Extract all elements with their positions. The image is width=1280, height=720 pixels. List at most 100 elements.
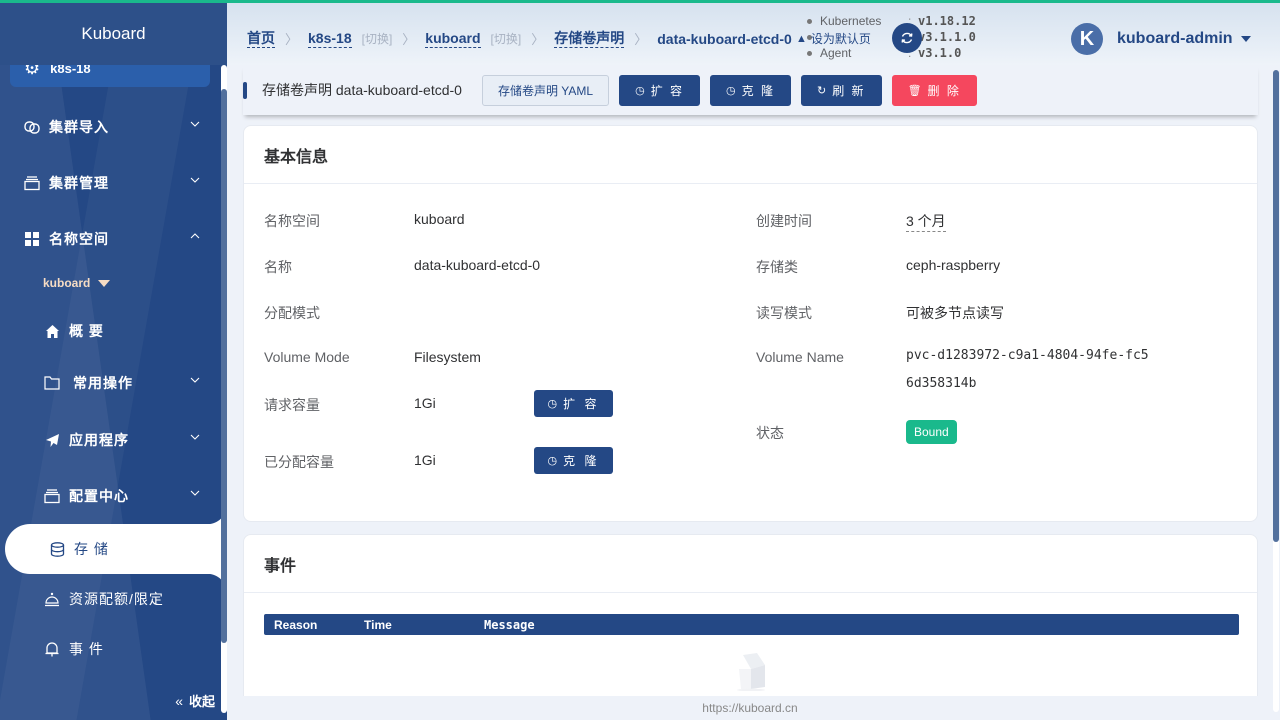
refresh-icon: ↻ (817, 84, 827, 97)
info-row: 分配模式 (264, 305, 320, 321)
events-card: 事件 Reason Time Message (243, 534, 1258, 714)
sidebar-item-cluster-import[interactable]: 集群导入 (0, 107, 222, 147)
sidebar-item-events[interactable]: 事 件 (0, 629, 222, 669)
caret-down-icon (1240, 36, 1251, 42)
page-toolbar: 存储卷声明 data-kuboard-etcd-0 存储卷声明 YAML ◷ 扩 … (243, 65, 1258, 115)
namespace-selector[interactable]: kuboard (43, 276, 111, 290)
chevron-down-icon (190, 377, 200, 383)
set-default-page-link[interactable]: ▲ 设为默认页 (796, 30, 871, 47)
breadcrumb: 首页 〉 k8s-18 [切换] 〉 kuboard [切换] 〉 存储卷声明 … (247, 29, 792, 48)
page-title: 存储卷声明 data-kuboard-etcd-0 (262, 82, 462, 98)
switch-cluster-link[interactable]: [切换] (362, 30, 393, 47)
sidebar-item-resource-quota[interactable]: 资源配额/限定 (0, 579, 222, 619)
sidebar: Kuboard ⚙ k8s-18 集群导入 集群管理 名称空间 概 要 常用操作 (0, 0, 227, 720)
info-row: 请求容量 1Gi (264, 395, 436, 413)
main-scrollbar[interactable] (1273, 70, 1279, 712)
bell-icon (43, 640, 61, 658)
sidebar-item-applications[interactable]: 应用程序 (0, 420, 222, 460)
info-row: Volume Mode Filesystem (264, 349, 481, 365)
empty-box-icon (737, 653, 765, 691)
info-row: 状态 Bound (756, 420, 957, 444)
switch-namespace-link[interactable]: [切换] (491, 30, 522, 47)
avatar: K (1071, 23, 1103, 55)
chevron-right-icon: 〉 (285, 32, 299, 47)
breadcrumb-current: data-kuboard-etcd-0 (657, 30, 792, 47)
info-row: 已分配容量 1Gi (264, 452, 436, 470)
pie-chart-icon: ◷ (726, 84, 736, 97)
expand-capacity-button[interactable]: ◷ 扩 容 (534, 390, 613, 417)
expand-button[interactable]: ◷ 扩 容 (619, 74, 701, 106)
caret-down-icon (98, 279, 111, 287)
database-icon (48, 540, 66, 558)
info-row: 名称 data-kuboard-etcd-0 (264, 257, 541, 275)
chevron-right-icon: 〉 (531, 32, 545, 47)
refresh-versions-button[interactable] (892, 23, 922, 53)
created-time[interactable]: 3 个月 (906, 211, 946, 232)
sidebar-item-overview[interactable]: 概 要 (0, 311, 222, 351)
header: 首页 〉 k8s-18 [切换] 〉 kuboard [切换] 〉 存储卷声明 … (227, 3, 1280, 65)
brand-logo[interactable]: Kuboard (0, 0, 227, 65)
main-scrollbar-thumb[interactable] (1273, 70, 1279, 542)
breadcrumb-pvc-list[interactable]: 存储卷声明 (554, 30, 625, 48)
card-title: 事件 (244, 535, 1257, 593)
sidebar-item-cluster-manage[interactable]: 集群管理 (0, 163, 222, 203)
info-row: 读写模式 可被多节点读写 (756, 305, 1004, 321)
sidebar-item-common-ops[interactable]: 常用操作 (0, 363, 222, 403)
sidebar-item-config-center[interactable]: 配置中心 (0, 476, 222, 516)
view-yaml-button[interactable]: 存储卷声明 YAML (481, 74, 610, 106)
info-row: 存储类 ceph-raspberry (756, 257, 1001, 275)
refresh-icon (901, 32, 913, 44)
basic-info-card: 基本信息 名称空间 kuboard 名称 data-kuboard-etcd-0 分… (243, 125, 1258, 522)
sidebar-item-namespace[interactable]: 名称空间 (0, 219, 222, 259)
double-chevron-left-icon: « (175, 692, 183, 709)
breadcrumb-home[interactable]: 首页 (247, 30, 275, 48)
user-menu[interactable]: K kuboard-admin (1071, 23, 1251, 55)
status-badge: Bound (906, 420, 957, 444)
chevron-down-icon (190, 177, 200, 183)
pie-chart-icon: ◷ (635, 84, 645, 97)
sidebar-scrollbar-thumb[interactable] (221, 89, 227, 643)
chevron-down-icon (190, 121, 200, 127)
layers-icon (43, 487, 61, 505)
version-row: Agent: v3.1.0 (807, 45, 976, 61)
send-icon (43, 431, 61, 449)
footer: https://kuboard.cn (227, 696, 1273, 720)
column-header-message[interactable]: Message (484, 618, 535, 632)
clone-volume-button[interactable]: ◷ 克 隆 (534, 447, 613, 474)
info-row: 名称空间 kuboard (264, 211, 465, 229)
events-table-header: Reason Time Message (264, 614, 1239, 635)
pie-chart-icon: ◷ (547, 398, 558, 410)
home-icon: ▲ (796, 32, 807, 45)
username: kuboard-admin (1117, 30, 1233, 47)
pie-chart-icon: ◷ (547, 455, 558, 467)
collapse-sidebar-button[interactable]: « 收起 (175, 691, 215, 710)
footer-link[interactable]: https://kuboard.cn (702, 701, 797, 715)
breadcrumb-namespace[interactable]: kuboard (425, 30, 481, 48)
sidebar-item-storage[interactable]: 存 储 (0, 529, 222, 569)
chevron-right-icon: 〉 (634, 32, 648, 47)
delete-button[interactable]: 🗑︎ 删 除 (891, 74, 977, 106)
trash-icon: 🗑︎ (907, 84, 922, 97)
sidebar-scrollbar[interactable] (221, 65, 227, 713)
home-icon (43, 322, 61, 340)
sidebar-active-highlight: 存 储 (5, 504, 227, 594)
top-accent-bar (0, 0, 1280, 3)
column-header-reason[interactable]: Reason (274, 618, 317, 632)
chevron-down-icon (190, 490, 200, 496)
layers-icon (23, 174, 41, 192)
link-icon (23, 118, 41, 136)
chevron-right-icon: 〉 (402, 32, 416, 47)
title-accent-bar (243, 81, 247, 99)
info-row: Volume Name pvc-d1283972-c9a1-4804-94fe-f… (756, 348, 1156, 398)
info-row: 创建时间 3 个月 (756, 211, 946, 232)
version-row: Kubernetes: v1.18.12 (807, 13, 976, 29)
volume-name: pvc-d1283972-c9a1-4804-94fe-fc56d358314b (906, 348, 1149, 391)
clone-button[interactable]: ◷ 克 隆 (710, 74, 791, 106)
card-title: 基本信息 (244, 126, 1257, 184)
column-header-time[interactable]: Time (364, 618, 392, 632)
chevron-up-icon (190, 233, 200, 239)
folder-icon (43, 374, 61, 392)
grid-icon (23, 230, 41, 248)
refresh-button[interactable]: ↻ 刷 新 (801, 74, 882, 106)
breadcrumb-cluster[interactable]: k8s-18 (308, 30, 352, 48)
